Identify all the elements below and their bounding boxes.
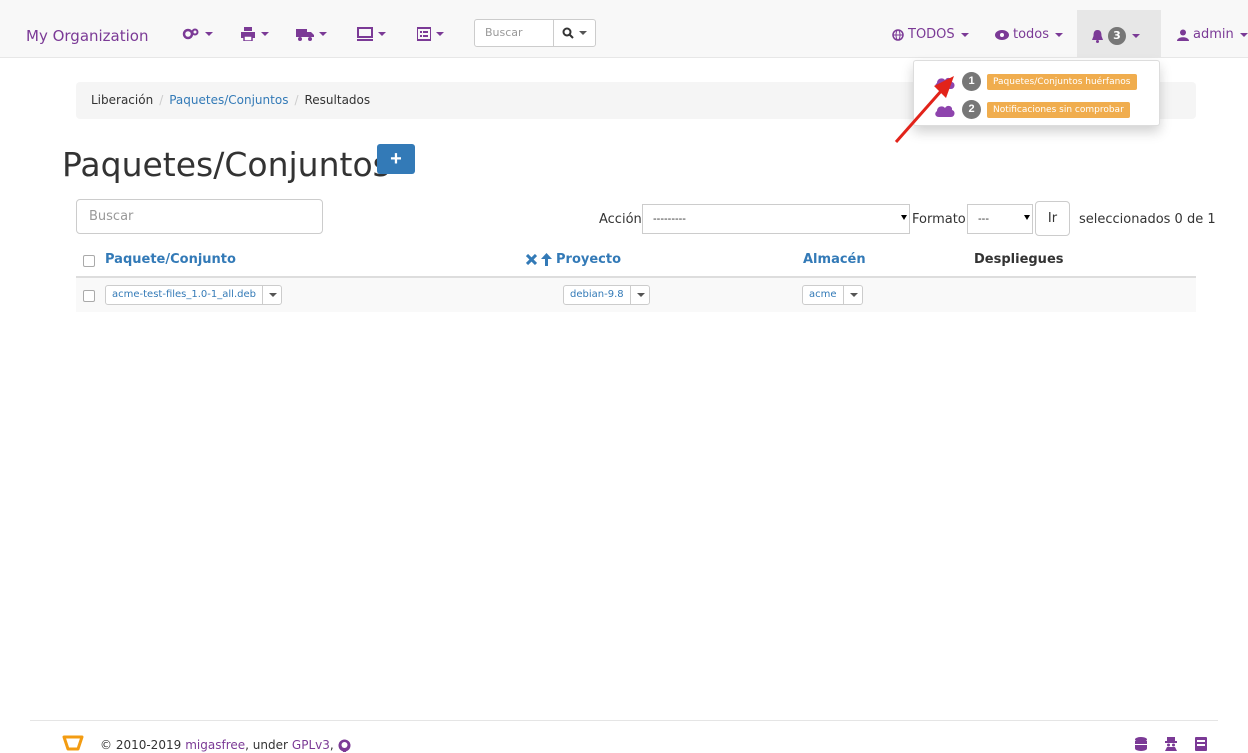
license-link[interactable]: GPLv3 (292, 738, 330, 752)
store-link[interactable]: acme (803, 286, 844, 304)
format-label: Formato (912, 212, 966, 227)
settings-icon (182, 28, 199, 40)
notifications-menu[interactable]: 3 (1091, 27, 1140, 45)
print-icon (241, 27, 255, 41)
notifications-count-badge: 3 (1108, 27, 1126, 45)
project-button-group[interactable]: debian-9.8 (563, 285, 650, 305)
selected-count: seleccionados 0 de 1 (1079, 212, 1216, 227)
print-menu[interactable] (240, 27, 269, 41)
package-link[interactable]: acme-test-files_1.0-1_all.deb (106, 286, 263, 304)
notification-count-badge: 1 (962, 72, 981, 91)
breadcrumb-item-paquetes[interactable]: Paquetes/Conjuntos (169, 93, 288, 107)
migasfree-link[interactable]: migasfree (185, 738, 245, 752)
list-menu[interactable] (417, 27, 444, 41)
package-button-group[interactable]: acme-test-files_1.0-1_all.deb (105, 285, 282, 305)
computers-menu[interactable] (357, 27, 386, 41)
store-dropdown-toggle[interactable] (844, 286, 862, 304)
notification-label: Paquetes/Conjuntos huérfanos (987, 73, 1137, 90)
add-package-button[interactable]: + (377, 144, 415, 174)
globe-icon (892, 28, 904, 41)
notification-label: Notificaciones sin comprobar (987, 101, 1130, 118)
laptop-icon (357, 27, 373, 41)
package-dropdown-toggle[interactable] (263, 286, 281, 304)
column-header-package-link[interactable]: Paquete/Conjunto (105, 252, 236, 267)
footer-divider (30, 720, 1218, 721)
action-label: Acción: (599, 212, 647, 227)
scope-menu[interactable]: TODOS (892, 27, 969, 42)
table-search-input[interactable]: Buscar (76, 199, 323, 234)
eye-icon (995, 29, 1009, 40)
breadcrumb-item-liberacion: Liberación (91, 93, 154, 107)
remove-sort-icon[interactable] (526, 254, 537, 265)
store-button-group[interactable]: acme (802, 285, 863, 305)
navbar-search-input[interactable]: Buscar (474, 19, 554, 47)
bell-icon (1092, 29, 1103, 43)
view-menu[interactable]: todos (995, 27, 1064, 42)
book-icon[interactable] (1194, 737, 1208, 751)
github-icon[interactable] (338, 739, 351, 752)
list-icon (417, 27, 431, 41)
format-select[interactable]: --- (967, 204, 1033, 234)
notification-count-badge: 2 (962, 100, 981, 119)
truck-icon (296, 29, 314, 41)
select-arrow-icon (1024, 215, 1030, 220)
user-secret-icon[interactable] (1164, 737, 1178, 751)
user-menu[interactable]: admin (1177, 27, 1248, 42)
search-icon (562, 27, 574, 39)
select-all-checkbox[interactable] (83, 255, 95, 267)
column-header-project-link[interactable]: Proyecto (556, 252, 621, 267)
view-label: todos (1013, 27, 1050, 42)
action-select[interactable]: --------- (642, 204, 910, 234)
notification-item-unchecked[interactable]: 2 Notificaciones sin comprobar (934, 100, 1130, 119)
sort-ascending-icon[interactable] (541, 253, 552, 266)
brand-link[interactable]: My Organization (26, 27, 148, 45)
page-title: Paquetes/Conjuntos (62, 145, 390, 184)
comma-text: , (329, 738, 334, 752)
top-navbar: My Organization Buscar TODOS todos 3 adm… (0, 0, 1248, 58)
column-header-package[interactable]: Paquete/Conjunto (105, 252, 236, 267)
select-arrow-icon (901, 215, 907, 220)
column-header-project[interactable]: Proyecto (526, 252, 621, 267)
notification-item-orphans[interactable]: 1 Paquetes/Conjuntos huérfanos (934, 72, 1137, 91)
database-icon[interactable] (1134, 737, 1148, 751)
migasfree-logo-icon (62, 735, 84, 751)
format-select-value: --- (978, 213, 989, 225)
copyright-text: © 2010-2019 (100, 738, 182, 752)
column-header-deployments: Despliegues (974, 252, 1064, 267)
column-header-store-link[interactable]: Almacén (803, 252, 866, 267)
action-select-value: --------- (653, 213, 686, 225)
go-button[interactable]: Ir (1035, 201, 1070, 236)
row-checkbox[interactable] (83, 290, 95, 302)
project-link[interactable]: debian-9.8 (564, 286, 631, 304)
pointer-arrow-icon (894, 76, 954, 143)
under-text: , under (245, 738, 288, 752)
scope-label: TODOS (908, 27, 955, 42)
breadcrumb-item-resultados: Resultados (304, 93, 371, 107)
footer-icons (1134, 737, 1208, 751)
truck-menu[interactable] (296, 27, 327, 41)
navbar-search-button[interactable] (553, 19, 596, 47)
settings-menu[interactable] (182, 27, 213, 41)
user-label: admin (1193, 27, 1234, 42)
column-header-store[interactable]: Almacén (803, 252, 866, 267)
project-dropdown-toggle[interactable] (631, 286, 649, 304)
user-icon (1177, 29, 1189, 41)
footer-copyright: © 2010-2019 migasfree, under GPLv3, (100, 738, 351, 752)
